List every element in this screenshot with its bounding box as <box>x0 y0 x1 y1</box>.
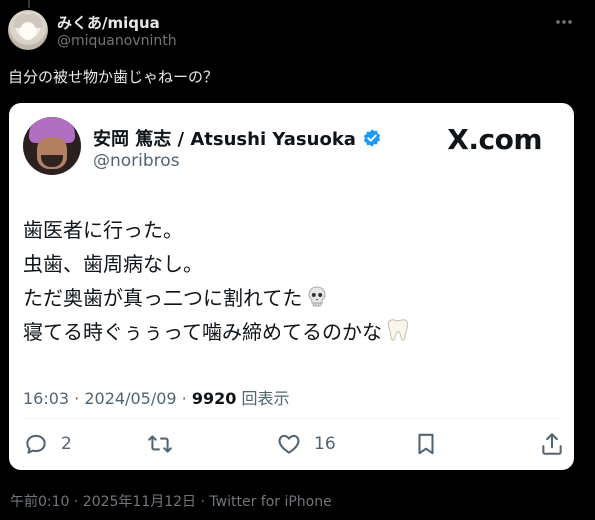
retweet-icon <box>148 435 172 453</box>
like-count: 16 <box>314 434 336 454</box>
bookmark-icon <box>418 433 434 455</box>
x-com-logo: X.com <box>447 123 542 156</box>
tweet-header: みくあ/miqua @miquanovninth <box>8 10 588 52</box>
quoted-line-text: 虫歯、歯周病なし。 <box>23 252 203 276</box>
tweet-footer-meta: 午前0:10 · 2025年11月12日 · Twitter for iPhon… <box>10 494 332 510</box>
views-count: 9920 <box>191 389 237 408</box>
quoted-line: 寝てる時ぐぅぅって噛み締めてるのかな <box>23 315 411 349</box>
quoted-tweet-body: 歯医者に行った。 虫歯、歯周病なし。 ただ奥歯が真っ二つに割れてた 寝てる時ぐぅ… <box>23 213 411 349</box>
bookmark-button[interactable] <box>413 428 439 460</box>
more-options-icon[interactable] <box>554 12 574 32</box>
action-bar: 2 16 <box>23 428 563 460</box>
quoted-line: ただ奥歯が真っ二つに割れてた <box>23 281 411 315</box>
quoted-timestamp[interactable]: 16:03 · 2024/05/09 · <box>23 389 192 408</box>
author-name[interactable]: みくあ/miqua <box>57 12 160 33</box>
reply-count: 2 <box>61 434 72 454</box>
quoted-line-text: 歯医者に行った。 <box>23 218 183 242</box>
skull-emoji-icon <box>309 286 326 307</box>
author-handle[interactable]: @miquanovninth <box>57 33 177 49</box>
quoted-author-name[interactable]: 安岡 篤志 / Atsushi Yasuoka <box>93 125 382 151</box>
reply-icon <box>26 434 46 454</box>
avatar[interactable] <box>8 10 48 50</box>
tooth-emoji-icon <box>387 319 409 341</box>
quoted-author-name-text: 安岡 篤志 / Atsushi Yasuoka <box>93 129 356 150</box>
like-button[interactable]: 16 <box>276 428 336 460</box>
verified-badge-icon <box>363 129 381 147</box>
quoted-tweet-card[interactable]: 安岡 篤志 / Atsushi Yasuoka @noribros X.com … <box>9 103 574 470</box>
views-label: 回表示 <box>241 389 290 408</box>
card-divider <box>23 418 560 419</box>
quoted-line: 歯医者に行った。 <box>23 213 411 247</box>
quoted-author-handle[interactable]: @noribros <box>93 151 180 171</box>
tweet-text: 自分の被せ物か歯じゃねーの？ <box>8 68 219 86</box>
quoted-tweet-meta: 16:03 · 2024/05/09 · 9920 回表示 <box>23 385 289 409</box>
quoted-line: 虫歯、歯周病なし。 <box>23 247 411 281</box>
quoted-line-text: ただ奥歯が真っ二つに割れてた <box>23 286 303 310</box>
like-icon <box>278 434 300 454</box>
share-button[interactable] <box>539 428 565 460</box>
thread-connector <box>28 0 30 8</box>
quoted-avatar[interactable] <box>23 117 81 175</box>
retweet-button[interactable] <box>147 428 173 460</box>
quoted-line-text: 寝てる時ぐぅぅって噛み締めてるのかな <box>23 320 382 344</box>
share-icon <box>542 433 562 455</box>
reply-button[interactable]: 2 <box>23 428 72 460</box>
